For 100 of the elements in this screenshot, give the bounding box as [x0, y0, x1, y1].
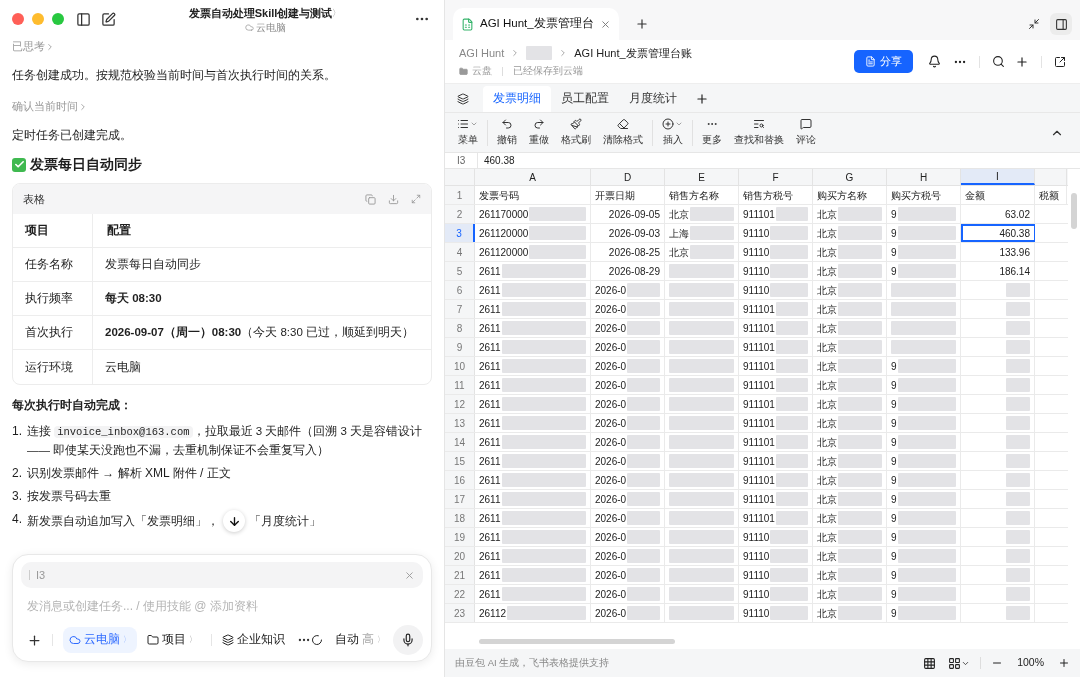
breadcrumb-link[interactable]: AGI Hunt — [459, 44, 505, 62]
table-cell[interactable]: 186.14 — [961, 262, 1035, 280]
collapse-icon[interactable] — [1028, 18, 1040, 30]
add-sheet-icon[interactable] — [695, 92, 709, 106]
list-marker: 3. — [12, 488, 23, 505]
message-input[interactable]: 发消息或创建任务... / 使用技能 @ 添加资料 — [21, 597, 423, 615]
menu-button[interactable]: 菜单 — [451, 117, 484, 148]
row-number[interactable]: 13 — [445, 414, 475, 432]
table-cell-text: 9 — [891, 226, 897, 241]
location-label: 云电脑 — [255, 21, 286, 33]
add-icon[interactable] — [27, 632, 42, 648]
grid-icon[interactable] — [923, 656, 937, 670]
row-number[interactable]: 10 — [445, 357, 475, 375]
blurred-block — [838, 549, 882, 563]
find-button[interactable]: 查找和替换 — [728, 117, 790, 148]
share-button[interactable]: 分享 — [854, 50, 913, 73]
table-cell-text: 上海 — [669, 226, 689, 241]
comment-button[interactable]: 评论 — [790, 117, 822, 148]
blurred-block — [897, 606, 956, 620]
progress-icon — [311, 634, 323, 646]
list-item-text: 连接 invoice_inbox@163.com ，拉取最近 3 天邮件（回溯 3 天是容错设计 —— 即使某天没跑也不漏，去重机制保证不会重复写入） — [27, 424, 424, 458]
context-chip[interactable]: 项目 〉 — [141, 627, 203, 653]
close-icon[interactable] — [599, 18, 611, 30]
row-number[interactable]: 16 — [445, 471, 475, 489]
row-number[interactable]: 6 — [445, 281, 475, 299]
new-tab-icon[interactable] — [634, 17, 649, 31]
blurred-block — [529, 226, 586, 240]
table-cell-text: 北京 — [817, 378, 837, 393]
scrollbar-thumb[interactable] — [1071, 193, 1077, 229]
freeze-icon[interactable] — [948, 656, 962, 670]
blurred-block — [838, 340, 882, 354]
blurred-block — [669, 397, 734, 411]
document-title: AGI Hunt_发票管理台账 — [574, 45, 692, 61]
row-number[interactable]: 2 — [445, 205, 475, 223]
sheet-tab[interactable]: 月度统计 — [619, 86, 687, 112]
row-number[interactable]: 15 — [445, 452, 475, 470]
table-cell-text: 北京 — [817, 530, 837, 545]
scrollbar-thumb[interactable] — [479, 639, 675, 644]
context-chip[interactable]: 云电脑 〉 — [63, 627, 137, 653]
blurred-block — [775, 473, 808, 487]
knowledge-button[interactable]: 企业知识 — [216, 631, 291, 649]
new-chat-icon[interactable] — [101, 11, 116, 27]
blurred-block — [1006, 606, 1030, 620]
blurred-block — [838, 492, 882, 506]
row-number[interactable]: 20 — [445, 547, 475, 565]
table-cell-text: 北京 — [817, 321, 837, 336]
sidebar-icon[interactable] — [76, 11, 91, 27]
row-number[interactable]: 8 — [445, 319, 475, 337]
row-number[interactable]: 21 — [445, 566, 475, 584]
table-cell[interactable]: 63.02 — [961, 205, 1035, 223]
row-number[interactable]: 7 — [445, 300, 475, 318]
row-number[interactable]: 23 — [445, 604, 475, 622]
table-cell[interactable]: 133.96 — [961, 243, 1035, 261]
row-number[interactable]: 18 — [445, 509, 475, 527]
browser-tab[interactable]: AGI Hunt_发票管理台 — [453, 8, 619, 40]
thinking-toggle[interactable]: 确认当前时间 — [12, 98, 88, 115]
blurred-block — [1006, 340, 1030, 354]
paintbrush-button[interactable]: 格式刷 — [555, 117, 597, 148]
more-button[interactable]: 更多 — [696, 117, 728, 148]
row-number[interactable]: 11 — [445, 376, 475, 394]
row-number[interactable]: 3 — [445, 224, 475, 242]
row-number[interactable]: 12 — [445, 395, 475, 413]
add-button[interactable]: 插入 — [656, 117, 689, 148]
redo-button[interactable]: 重做 — [523, 117, 555, 148]
row-number[interactable]: 19 — [445, 528, 475, 546]
zoom-in-icon[interactable] — [1058, 657, 1070, 669]
open-external-icon[interactable] — [1054, 55, 1066, 68]
blurred-block — [627, 454, 660, 468]
eraser-button[interactable]: 清除格式 — [597, 117, 649, 148]
search-icon[interactable] — [992, 55, 1005, 68]
table-cell-text: 9 — [891, 492, 897, 507]
side-panel-button[interactable] — [1050, 13, 1072, 35]
mode-selector[interactable]: 自动 高 〉 — [335, 631, 385, 649]
thinking-toggle[interactable]: 已思考 — [12, 38, 55, 55]
table-cell-text: 2611 — [479, 321, 501, 336]
row-number[interactable]: 14 — [445, 433, 475, 451]
row-number[interactable]: 4 — [445, 243, 475, 261]
layers-icon[interactable] — [457, 93, 469, 105]
blurred-block — [838, 378, 882, 392]
column-letter-cell[interactable]: I — [961, 169, 1035, 185]
scroll-down-button[interactable] — [223, 510, 245, 532]
table-cell[interactable]: 460.38 — [961, 224, 1035, 242]
blurred-block — [770, 245, 808, 259]
title-chevron[interactable]: 〉 — [332, 6, 342, 21]
row-number[interactable]: 5 — [445, 262, 475, 280]
undo-button[interactable]: 撤销 — [491, 117, 523, 148]
table-cell-text: 2026-0 — [595, 530, 627, 545]
sheet-tab[interactable]: 发票明细 — [483, 86, 551, 112]
blurred-block — [838, 435, 882, 449]
blurred-block — [775, 359, 808, 373]
row-number[interactable]: 22 — [445, 585, 475, 603]
microphone-button[interactable] — [393, 625, 423, 655]
table-cell-text: 2611 — [479, 264, 501, 279]
notification-icon[interactable] — [928, 55, 941, 68]
row-number[interactable]: 17 — [445, 490, 475, 508]
table-cell-text: 北京 — [817, 226, 837, 241]
table-cell-text: 2611 — [479, 473, 501, 488]
row-number[interactable]: 9 — [445, 338, 475, 356]
sheet-tab[interactable]: 员工配置 — [551, 86, 619, 112]
close-window-button[interactable] — [12, 13, 24, 25]
